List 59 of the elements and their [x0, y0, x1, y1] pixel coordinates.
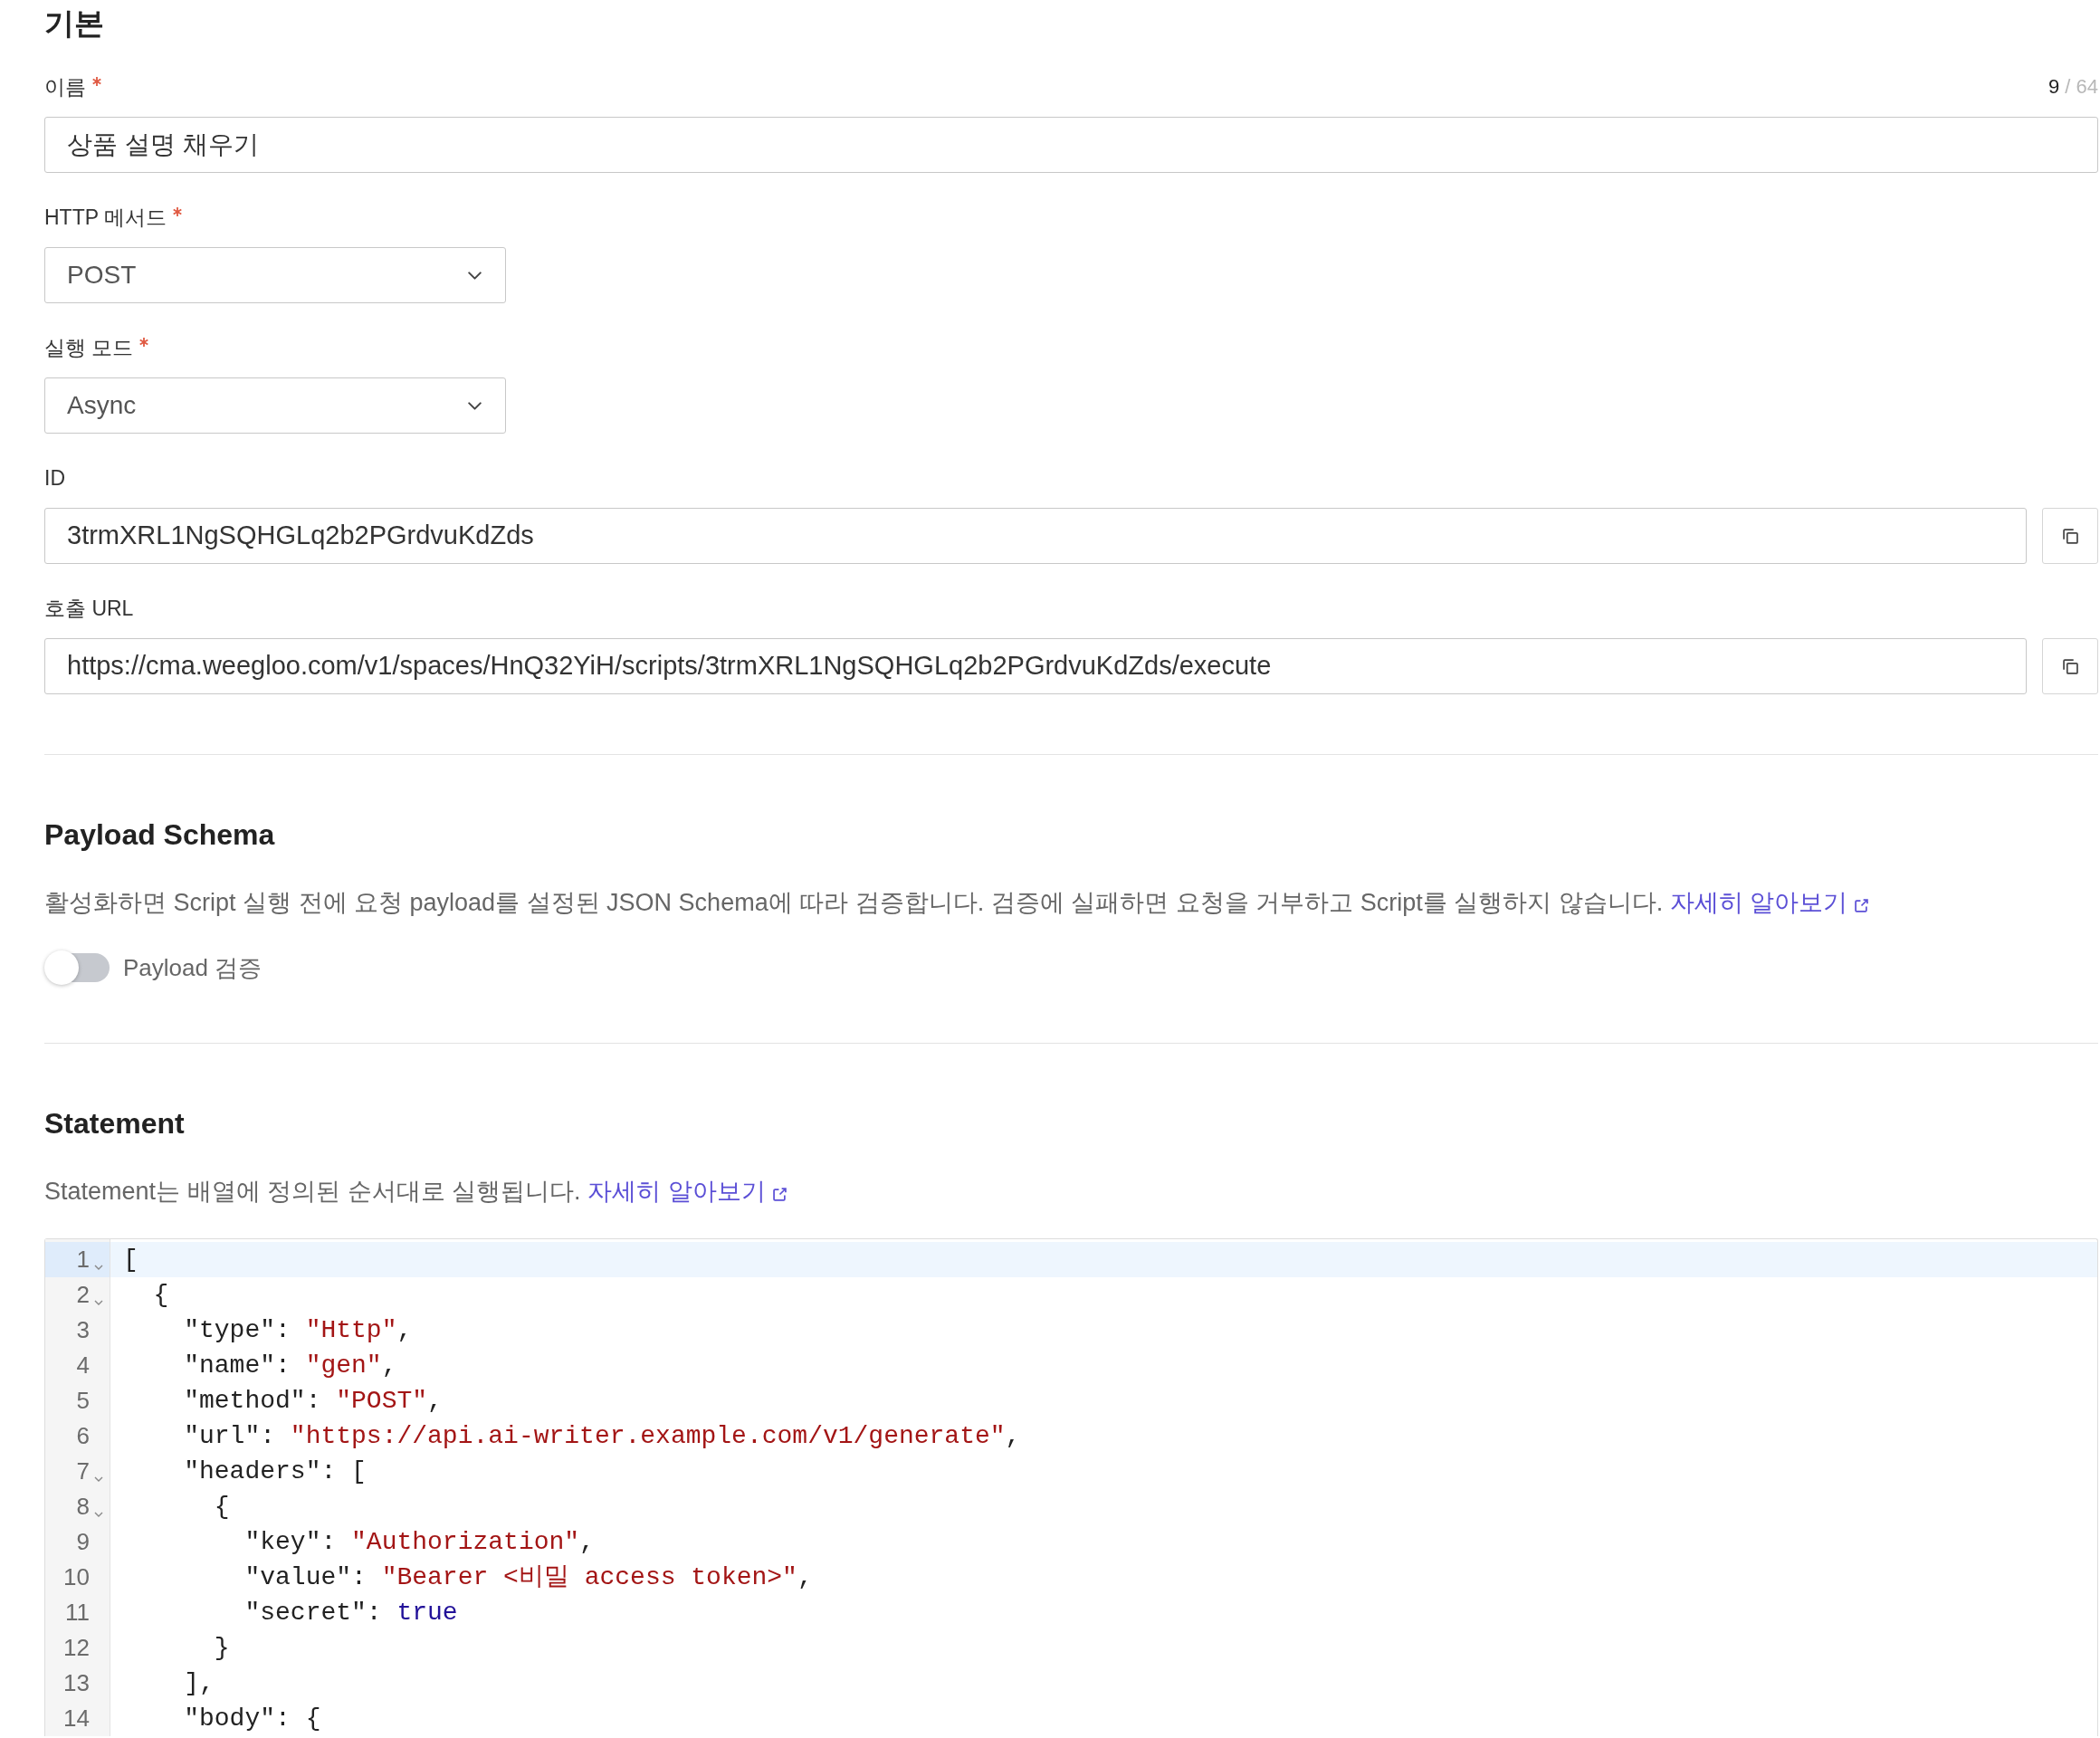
field-label: 호출 URL: [44, 596, 134, 622]
field-label: HTTP 메서드: [44, 205, 167, 231]
toggle-label: Payload 검증: [123, 953, 262, 983]
code-line: "body": {: [183, 1704, 321, 1734]
external-link-icon: [1855, 899, 1869, 912]
field-label: 이름: [44, 74, 86, 100]
fold-chevron-icon[interactable]: [94, 1299, 103, 1305]
line-number: 7: [76, 1456, 90, 1486]
line-number: 3: [76, 1315, 90, 1345]
chevron-down-icon: [468, 401, 482, 410]
read-only-field[interactable]: 3trmXRL1NgSQHGLq2b2PGrdvuKdZds: [44, 508, 2027, 564]
chevron-down-icon: [468, 271, 482, 280]
line-number: 4: [76, 1351, 90, 1380]
line-number: 2: [76, 1280, 90, 1310]
section-description: Statement는 배열에 정의된 순서대로 실행됩니다. 자세히 알아보기: [44, 1175, 2098, 1208]
fold-chevron-icon[interactable]: [94, 1475, 103, 1482]
line-number: 9: [76, 1527, 90, 1557]
code-line: "headers": [: [183, 1456, 367, 1487]
line-number: 8: [76, 1492, 90, 1522]
line-number: 10: [63, 1562, 90, 1592]
code-line: "secret": true: [243, 1598, 458, 1628]
copy-button[interactable]: [2042, 508, 2098, 564]
copy-icon: [2062, 528, 2078, 544]
line-number: 12: [63, 1633, 90, 1663]
code-line: ],: [183, 1668, 215, 1699]
external-link-icon: [772, 1188, 787, 1201]
fold-chevron-icon[interactable]: [94, 1511, 103, 1517]
copy-icon: [2062, 658, 2078, 674]
code-line: }: [213, 1633, 230, 1664]
section-heading: 기본: [44, 5, 105, 42]
character-counter: 9 / 64: [2048, 74, 2098, 100]
toggle-switch[interactable]: [44, 950, 110, 985]
read-only-field[interactable]: https://cma.weegloo.com/v1/spaces/HnQ32YiH/scripts/3trmXRL1NgSQHGLq2b2PGrdvuKdZds/execute: [44, 638, 2027, 694]
code-line: "type": "Http",: [183, 1315, 413, 1346]
section-description: 활성화하면 Script 실행 전에 요청 payload를 설정된 JSON Schema에 따라 검증합니다. 검증에 실패하면 요청을 거부하고 Script를 실행하지 않습니다. 자세히 알아보기: [44, 886, 2098, 919]
code-line: {: [152, 1280, 169, 1311]
line-number: 1: [76, 1245, 90, 1275]
line-number: 13: [63, 1668, 90, 1698]
learn-more-link[interactable]: 자세히 알아보기: [1669, 889, 1869, 916]
code-line: "name": "gen",: [183, 1351, 397, 1381]
code-line: "key": "Authorization",: [243, 1527, 595, 1558]
select-field[interactable]: Async: [44, 377, 506, 434]
line-number: 14: [63, 1704, 90, 1733]
line-number: 11: [65, 1598, 90, 1628]
text-field[interactable]: 상품 설명 채우기: [44, 117, 2098, 173]
section-heading: Statement: [44, 1106, 186, 1141]
field-label: ID: [44, 465, 65, 492]
fold-chevron-icon[interactable]: [94, 1264, 103, 1270]
copy-button[interactable]: [2042, 638, 2098, 694]
code-line: {: [213, 1492, 230, 1523]
field-label: 실행 모드: [44, 335, 134, 361]
learn-more-link[interactable]: 자세히 알아보기: [587, 1178, 787, 1205]
line-number: 6: [76, 1421, 90, 1451]
section-heading: Payload Schema: [44, 817, 276, 853]
code-line: "value": "Bearer <비밀 access token>",: [243, 1562, 813, 1593]
code-line: "method": "POST",: [183, 1386, 443, 1417]
select-field[interactable]: POST: [44, 247, 506, 303]
line-number: 5: [76, 1386, 90, 1416]
code-line: "url": "https://api.ai-writer.example.com/v1/generate",: [183, 1421, 1021, 1452]
